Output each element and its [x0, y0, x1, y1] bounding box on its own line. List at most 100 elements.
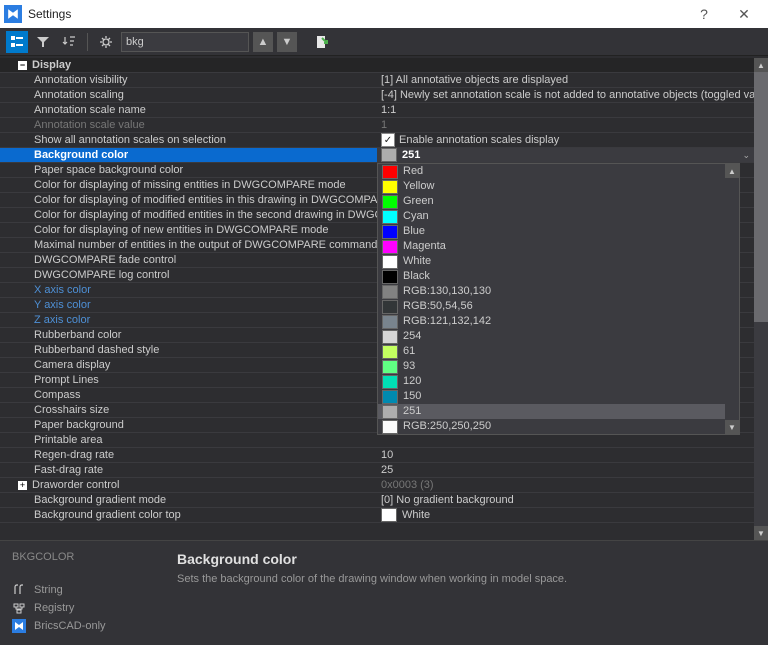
property-row[interactable]: Background gradient color topWhite	[0, 508, 754, 523]
value-text: [-4] Newly set annotation scale is not a…	[381, 88, 754, 102]
dropdown-item[interactable]: Green	[378, 194, 725, 209]
scroll-up-icon[interactable]: ▲	[754, 58, 768, 72]
property-label: Prompt Lines	[34, 374, 99, 386]
dropdown-item[interactable]: 93	[378, 359, 725, 374]
color-swatch	[382, 285, 398, 299]
search-down-button[interactable]: ▼	[277, 32, 297, 52]
dropdown-item[interactable]: White	[378, 254, 725, 269]
property-value[interactable]: 0x0003 (3)	[377, 478, 754, 492]
dropdown-item[interactable]: 120	[378, 374, 725, 389]
property-label: Compass	[34, 389, 80, 401]
scroll-down-icon[interactable]: ▼	[754, 526, 768, 540]
dropdown-item-label: 93	[403, 359, 415, 374]
filter-button[interactable]	[32, 31, 54, 53]
property-value[interactable]: 251 ⌄	[377, 148, 754, 162]
property-value[interactable]: [0] No gradient background	[377, 493, 754, 507]
export-button[interactable]	[311, 31, 333, 53]
property-value[interactable]: ✓ Enable annotation scales display	[377, 133, 754, 147]
dropdown-item-label: 254	[403, 329, 421, 344]
value-text: 251	[402, 148, 420, 162]
dropdown-item-label: RGB:250,250,250	[403, 419, 491, 434]
property-value[interactable]: White	[377, 508, 754, 522]
view-mode-button[interactable]	[6, 31, 28, 53]
property-row[interactable]: Annotation scale value1	[0, 118, 754, 133]
property-row[interactable]: Regen-drag rate10	[0, 448, 754, 463]
dropdown-item-label: Yellow	[403, 179, 434, 194]
dropdown-item[interactable]: Black	[378, 269, 725, 284]
property-row[interactable]: Show all annotation scales on selection ✓…	[0, 133, 754, 148]
category-label: Display	[32, 59, 71, 71]
property-row[interactable]: Printable area	[0, 433, 754, 448]
dropdown-item[interactable]: RGB:250,250,250	[378, 419, 725, 434]
value-text: 25	[381, 463, 393, 477]
property-value[interactable]: 1:1	[377, 103, 754, 117]
color-dropdown[interactable]: RedYellowGreenCyanBlueMagentaWhiteBlackR…	[377, 163, 740, 435]
chevron-down-icon[interactable]: ⌄	[742, 148, 750, 162]
dropdown-item[interactable]: Red	[378, 164, 725, 179]
dropdown-item-label: 251	[403, 404, 421, 419]
color-swatch	[382, 195, 398, 209]
dropdown-item-label: Cyan	[403, 209, 429, 224]
color-swatch	[382, 360, 398, 374]
dropdown-item[interactable]: 150	[378, 389, 725, 404]
main-scrollbar[interactable]: ▲ ▼	[754, 58, 768, 540]
property-label: Annotation scaling	[34, 89, 124, 101]
dropdown-scrollbar[interactable]: ▲▼	[725, 164, 739, 434]
color-swatch	[382, 390, 398, 404]
property-label: Paper background	[34, 419, 124, 431]
property-label: Annotation scale name	[34, 104, 146, 116]
property-value[interactable]: 10	[377, 448, 754, 462]
property-row[interactable]: Annotation scaling [-4] Newly set annotat…	[0, 88, 754, 103]
sort-button[interactable]	[58, 31, 80, 53]
gear-button[interactable]	[95, 31, 117, 53]
dropdown-item-label: 61	[403, 344, 415, 359]
value-text: Enable annotation scales display	[399, 133, 559, 147]
dropdown-item[interactable]: Blue	[378, 224, 725, 239]
color-swatch	[382, 345, 398, 359]
property-value[interactable]: 25	[377, 463, 754, 477]
dropdown-item[interactable]: 61	[378, 344, 725, 359]
property-value[interactable]: 1	[377, 118, 754, 132]
color-swatch	[382, 330, 398, 344]
property-row[interactable]: Annotation scale name 1:1	[0, 103, 754, 118]
property-label: Background gradient mode	[34, 494, 166, 506]
property-label: Fast-drag rate	[34, 464, 103, 476]
collapse-icon[interactable]: −	[18, 61, 27, 70]
property-label: Color for displaying of missing entities…	[34, 179, 346, 191]
property-row[interactable]: Background color251⌄	[0, 148, 754, 163]
scroll-up-icon[interactable]: ▲	[725, 164, 739, 178]
property-row[interactable]: +Draworder control0x0003 (3)	[0, 478, 754, 493]
search-up-button[interactable]: ▲	[253, 32, 273, 52]
dropdown-item[interactable]: 251	[378, 404, 725, 419]
color-swatch	[382, 405, 398, 419]
property-value[interactable]: [-4] Newly set annotation scale is not a…	[377, 88, 754, 102]
variable-name: BKGCOLOR	[12, 551, 157, 563]
checkbox[interactable]: ✓	[381, 133, 395, 147]
dropdown-item[interactable]: Cyan	[378, 209, 725, 224]
value-text: 10	[381, 448, 393, 462]
settings-grid: −Display Annotation visibility[1] All an…	[0, 56, 768, 540]
dropdown-item-label: RGB:50,54,56	[403, 299, 473, 314]
property-row[interactable]: Fast-drag rate 25	[0, 463, 754, 478]
search-input[interactable]	[121, 32, 249, 52]
dropdown-item[interactable]: 254	[378, 329, 725, 344]
color-swatch	[382, 375, 398, 389]
property-value[interactable]: [1] All annotative objects are displayed	[377, 73, 754, 87]
property-value[interactable]	[377, 433, 754, 447]
close-button[interactable]: ✕	[724, 0, 764, 28]
dropdown-item[interactable]: RGB:50,54,56	[378, 299, 725, 314]
help-button[interactable]: ?	[684, 0, 724, 28]
property-label: Show all annotation scales on selection	[34, 134, 226, 146]
dropdown-item[interactable]: RGB:121,132,142	[378, 314, 725, 329]
category-row[interactable]: −Display	[0, 58, 754, 73]
property-row[interactable]: Background gradient mode [0] No gradient …	[0, 493, 754, 508]
dropdown-item[interactable]: Yellow	[378, 179, 725, 194]
dropdown-item[interactable]: RGB:130,130,130	[378, 284, 725, 299]
property-label: X axis color	[34, 284, 91, 296]
scroll-down-icon[interactable]: ▼	[725, 420, 739, 434]
property-row[interactable]: Annotation visibility[1] All annotative …	[0, 73, 754, 88]
value-text: 1	[381, 118, 387, 132]
dropdown-item[interactable]: Magenta	[378, 239, 725, 254]
property-label: Color for displaying of new entities in …	[34, 224, 328, 236]
expand-icon[interactable]: +	[18, 481, 27, 490]
